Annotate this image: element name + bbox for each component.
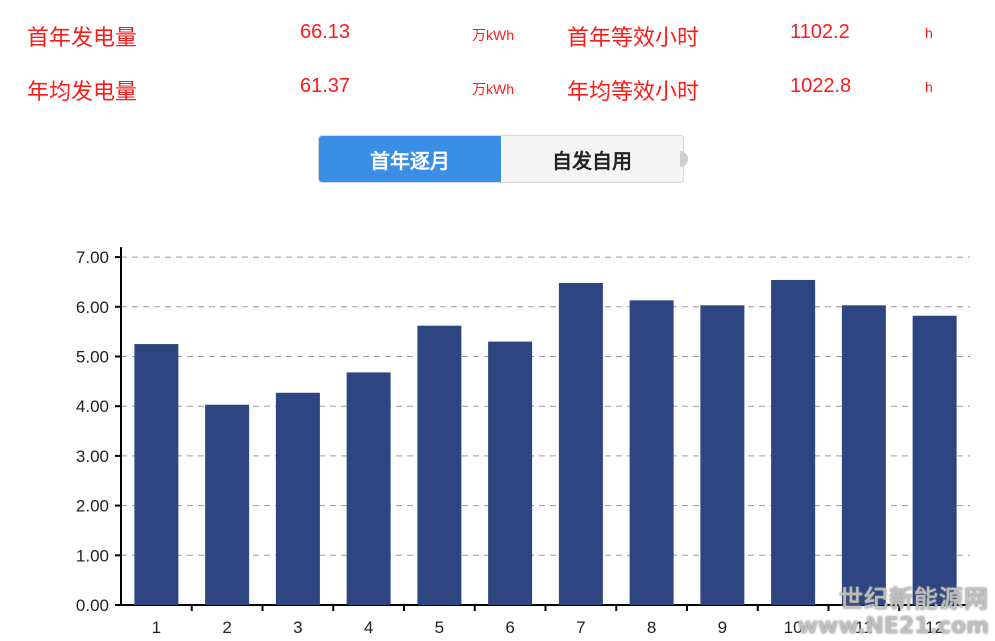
avg-hours-value: 1022.8 — [790, 75, 852, 97]
y-tick-label: 1.00 — [76, 546, 109, 565]
x-tick-label: 1 — [152, 618, 161, 637]
watermark: 世纪新能源网 www.NE21.com — [798, 579, 989, 639]
x-tick-label: 9 — [718, 618, 727, 637]
watermark-url: www.NE21.com — [797, 614, 989, 639]
tab-self-consumption[interactable]: 自发自用 — [501, 136, 683, 182]
avg-generation-unit: 万kWh — [472, 81, 514, 97]
y-tick-label: 3.00 — [76, 447, 109, 466]
first-year-hours-label: 首年等效小时 — [567, 26, 700, 51]
x-tick-label: 7 — [576, 618, 585, 637]
avg-hours-label: 年均等效小时 — [567, 80, 700, 105]
y-tick-label: 0.00 — [76, 596, 109, 615]
x-tick-label: 8 — [647, 618, 656, 637]
y-tick-label: 4.00 — [76, 397, 109, 416]
watermark-title: 世纪新能源网 — [839, 585, 989, 613]
bar-6 — [488, 341, 533, 605]
avg-generation-value: 61.37 — [300, 75, 351, 97]
bar-12 — [912, 315, 957, 605]
x-tick-label: 2 — [222, 618, 231, 637]
first-year-hours-value: 1102.2 — [790, 21, 850, 43]
x-tick-label: 6 — [505, 618, 514, 637]
first-year-generation-value: 66.13 — [300, 21, 351, 43]
first-year-hours-unit: h — [925, 25, 933, 41]
view-toggle: 首年逐月 自发自用 — [318, 135, 684, 183]
x-tick-label: 4 — [364, 618, 373, 637]
bar-2 — [205, 404, 250, 605]
x-tick-label: 3 — [293, 618, 302, 637]
first-year-generation-label: 首年发电量 — [27, 26, 138, 51]
bar-10 — [771, 279, 816, 605]
avg-generation-label: 年均发电量 — [27, 80, 138, 105]
bar-9 — [700, 305, 745, 605]
y-tick-label: 2.00 — [76, 497, 109, 516]
bar-7 — [558, 282, 603, 605]
bar-11 — [841, 305, 886, 605]
y-tick-label: 6.00 — [76, 298, 109, 317]
bar-4 — [346, 372, 391, 605]
first-year-generation-unit: 万kWh — [472, 27, 514, 43]
bar-1 — [134, 344, 179, 605]
toggle-handle[interactable] — [680, 151, 688, 167]
avg-hours-unit: h — [925, 79, 933, 95]
tab-first-year-monthly[interactable]: 首年逐月 — [319, 136, 501, 182]
y-tick-label: 7.00 — [76, 248, 109, 267]
x-tick-label: 5 — [435, 618, 444, 637]
bar-5 — [417, 325, 462, 605]
bar-8 — [629, 300, 674, 605]
bar-3 — [275, 392, 320, 605]
y-tick-label: 5.00 — [76, 348, 109, 367]
